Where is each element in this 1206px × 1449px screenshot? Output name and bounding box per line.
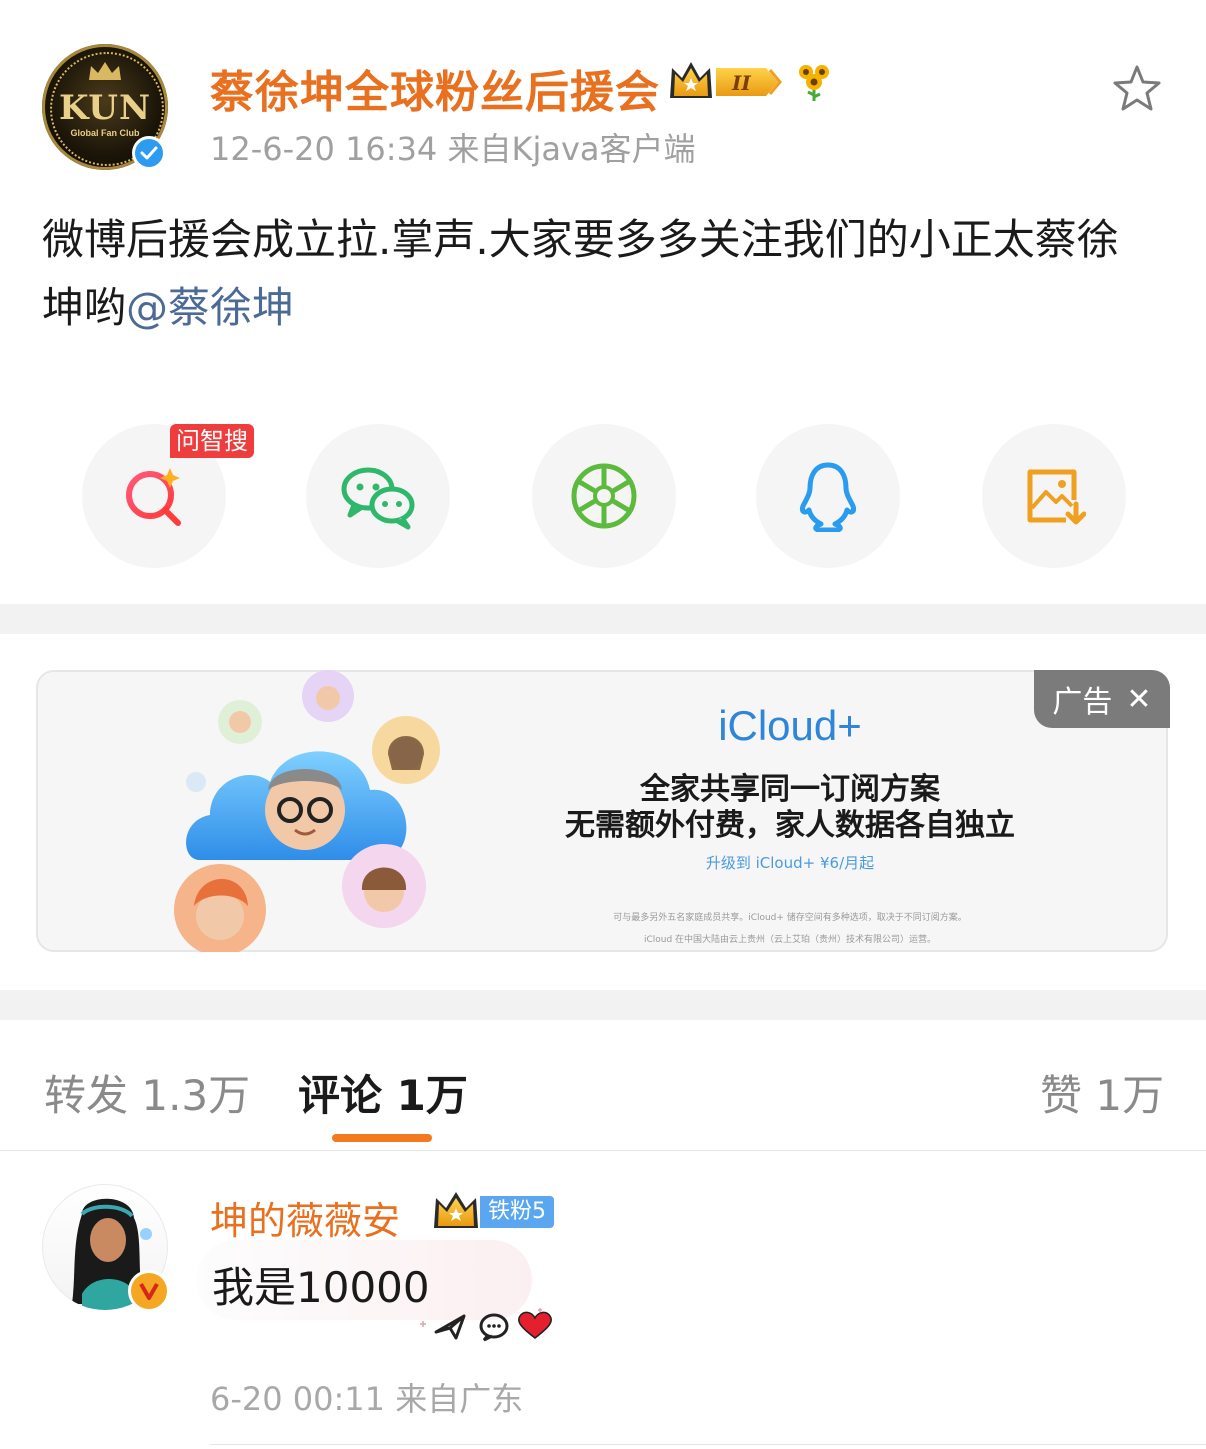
ad-upgrade-link[interactable]: 升级到 iCloud+ ¥6/月起	[560, 852, 1020, 873]
section-divider	[0, 604, 1206, 634]
ad-label: 广告	[1052, 685, 1113, 720]
ad-fineprint-1: 可与最多另外五名家庭成员共享。iCloud+ 储存空间有多种选项，取决于不同订阅…	[613, 913, 967, 923]
moments-share-button[interactable]	[532, 424, 676, 568]
section-divider	[0, 990, 1206, 1020]
commenter-name[interactable]: 坤的薇薇安	[210, 1190, 400, 1245]
ad-title: iCloud+	[718, 702, 862, 749]
close-icon[interactable]: ✕	[1126, 682, 1151, 717]
ad-headline-2: 无需额外付费，家人数据各自独立	[565, 808, 1015, 843]
ai-search-icon	[126, 468, 181, 526]
comment-divider	[210, 1444, 1206, 1445]
tab-likes[interactable]: 赞 1万	[1040, 1062, 1164, 1123]
moments-aperture-icon	[571, 463, 637, 529]
badge-level-text: II	[731, 71, 751, 95]
save-image-icon	[1027, 469, 1086, 525]
post-body: 微博后援会成立拉.掌声.大家要多多关注我们的小正太蔡徐坤哟@蔡徐坤	[42, 206, 1152, 342]
crown-icon	[89, 62, 121, 80]
ad-close-tag[interactable]: 广告 ✕	[1034, 670, 1170, 728]
tabs-divider	[0, 1150, 1206, 1151]
favorite-star-icon[interactable]	[1110, 62, 1164, 116]
wechat-icon	[341, 467, 415, 530]
tab-reposts[interactable]: 转发 1.3万	[44, 1062, 250, 1123]
qq-penguin-icon	[800, 462, 856, 532]
wechat-share-button[interactable]	[306, 424, 450, 568]
qq-share-button[interactable]	[756, 424, 900, 568]
comment-meta: 6-20 00:11 来自广东	[210, 1380, 524, 1418]
comment-text: 我是10000	[212, 1263, 430, 1312]
post-meta: 12-6-20 16:34 来自Kjava客户端	[210, 130, 696, 168]
tab-comments[interactable]: 评论 1万	[298, 1062, 468, 1123]
verified-badge-icon	[132, 136, 166, 170]
icloud-memoji-illustration	[174, 670, 440, 952]
avatar-logo-text: KUN	[58, 88, 152, 128]
author-name[interactable]: 蔡徐坤全球粉丝后援会	[210, 56, 660, 120]
mention-link[interactable]: @蔡徐坤	[126, 283, 294, 332]
ad-fineprint-2: iCloud 在中国大陆由云上贵州（云上艾珀（贵州）技术有限公司）运营。	[643, 935, 937, 945]
active-tab-indicator	[332, 1134, 432, 1142]
ask-search-tag: 问智搜	[170, 424, 254, 458]
bubble-decoration-icons	[420, 1308, 552, 1342]
fan-level-badge: 铁粉5	[480, 1196, 554, 1228]
member-crown-badge-icon: II	[670, 62, 782, 98]
verified-v-icon	[128, 1270, 170, 1312]
member-crown-icon	[434, 1192, 478, 1228]
sunflower-icon	[799, 65, 829, 101]
save-image-button[interactable]	[982, 424, 1126, 568]
